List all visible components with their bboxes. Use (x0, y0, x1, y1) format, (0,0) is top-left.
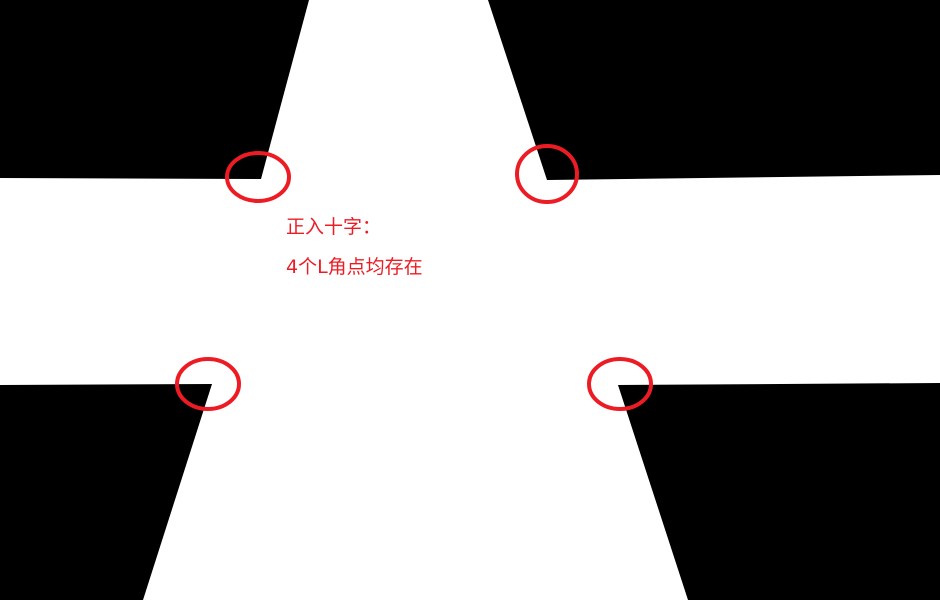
corner-marker-bottom-right (587, 357, 653, 411)
annotation-description: 4个L角点均存在 (286, 256, 423, 278)
bottom-right-black-region (618, 383, 940, 600)
annotation-title: 正入十字： (286, 216, 382, 238)
bottom-left-black-region (0, 384, 212, 600)
crossroad-diagram: 正入十字： 4个L角点均存在 (0, 0, 940, 600)
crossroad-figure (0, 0, 940, 600)
top-right-black-region (488, 0, 940, 180)
corner-marker-bottom-left (175, 357, 241, 411)
